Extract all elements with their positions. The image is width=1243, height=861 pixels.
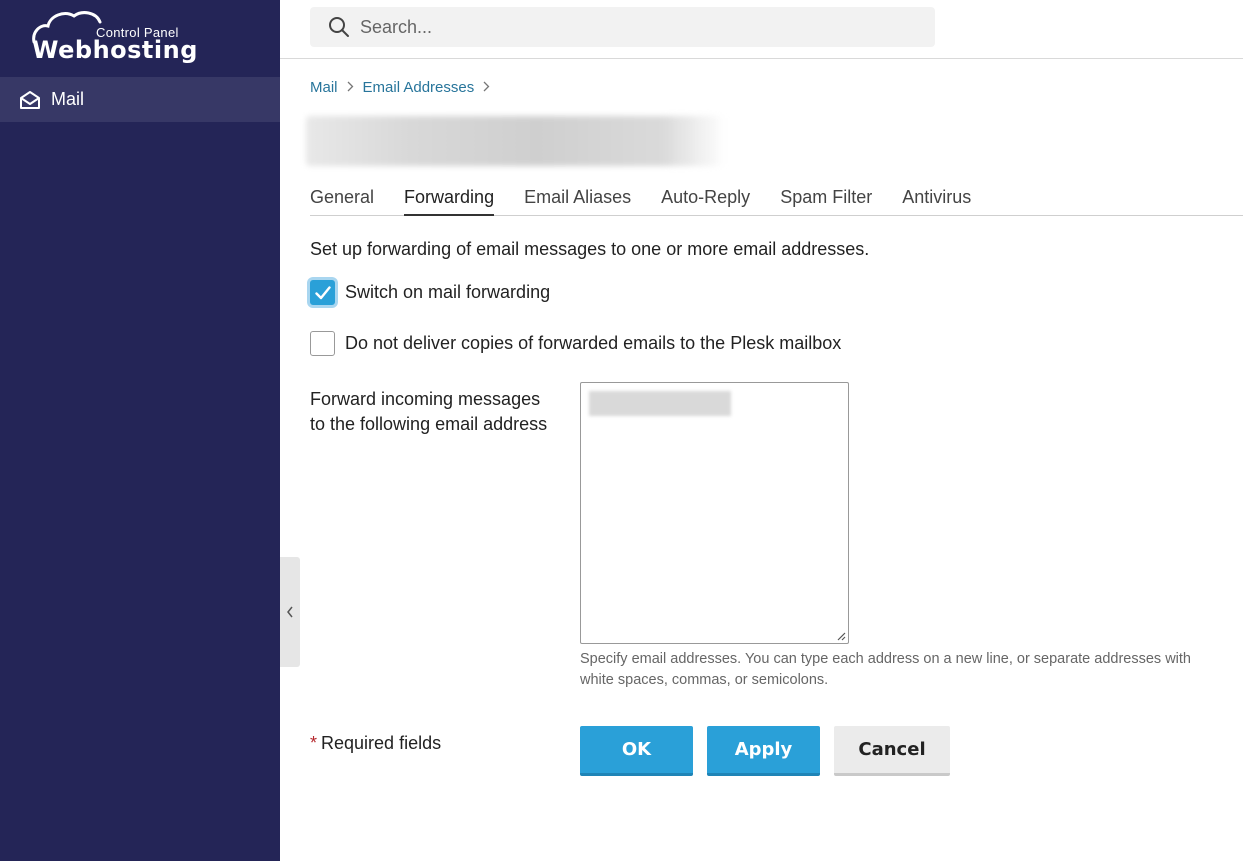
logo-title: Webhosting: [32, 36, 198, 64]
no-copies-checkbox[interactable]: [310, 331, 335, 356]
tab-spam-filter[interactable]: Spam Filter: [780, 183, 872, 216]
chevron-right-icon: [483, 80, 490, 95]
breadcrumb-mail[interactable]: Mail: [310, 79, 338, 96]
sidebar-item-mail[interactable]: Mail: [0, 77, 280, 122]
cancel-button[interactable]: Cancel: [834, 726, 950, 776]
switch-on-forwarding-label: Switch on mail forwarding: [345, 282, 551, 302]
resize-grip-icon[interactable]: [837, 632, 846, 641]
forward-address-textarea[interactable]: [581, 383, 848, 643]
forward-address-field[interactable]: [580, 382, 849, 644]
required-star: *: [310, 733, 318, 753]
tab-general[interactable]: General: [310, 183, 374, 216]
sidebar: Control Panel Webhosting Mail: [0, 0, 280, 861]
tab-bar: General Forwarding Email Aliases Auto-Re…: [310, 183, 1243, 216]
envelope-open-icon: [20, 90, 40, 109]
tab-forwarding[interactable]: Forwarding: [404, 183, 495, 216]
sidebar-collapse-handle[interactable]: [280, 557, 300, 667]
sidebar-item-label: Mail: [51, 89, 85, 109]
top-bar: [280, 0, 1243, 59]
breadcrumb: Mail Email Addresses: [310, 79, 499, 96]
brand-logo[interactable]: Control Panel Webhosting: [30, 8, 200, 68]
forward-address-label: Forward incoming messages to the followi…: [310, 389, 548, 434]
forward-address-hint: Specify email addresses. You can type ea…: [580, 651, 1191, 688]
search-box[interactable]: [310, 7, 935, 47]
switch-on-forwarding-checkbox[interactable]: [310, 280, 335, 305]
breadcrumb-email-addresses[interactable]: Email Addresses: [363, 79, 475, 96]
apply-button[interactable]: Apply: [707, 726, 820, 776]
no-copies-row[interactable]: Do not deliver copies of forwarded email…: [310, 331, 841, 356]
tab-email-aliases[interactable]: Email Aliases: [524, 183, 631, 216]
redacted-address: [589, 391, 731, 416]
required-fields-note: * Required fields: [310, 733, 441, 754]
no-copies-label: Do not deliver copies of forwarded email…: [345, 333, 842, 353]
search-icon: [329, 17, 349, 37]
ok-button[interactable]: OK: [580, 726, 693, 776]
switch-on-forwarding-row[interactable]: Switch on mail forwarding: [310, 280, 550, 305]
chevron-right-icon: [347, 80, 354, 95]
tab-auto-reply[interactable]: Auto-Reply: [661, 183, 750, 216]
chevron-left-icon: [287, 606, 293, 618]
search-input[interactable]: [360, 16, 900, 38]
tab-antivirus[interactable]: Antivirus: [902, 183, 971, 216]
required-text: Required fields: [321, 733, 442, 753]
page-title-redacted: [306, 116, 726, 166]
checkmark-icon: [314, 285, 331, 299]
forwarding-description: Set up forwarding of email messages to o…: [310, 239, 870, 259]
